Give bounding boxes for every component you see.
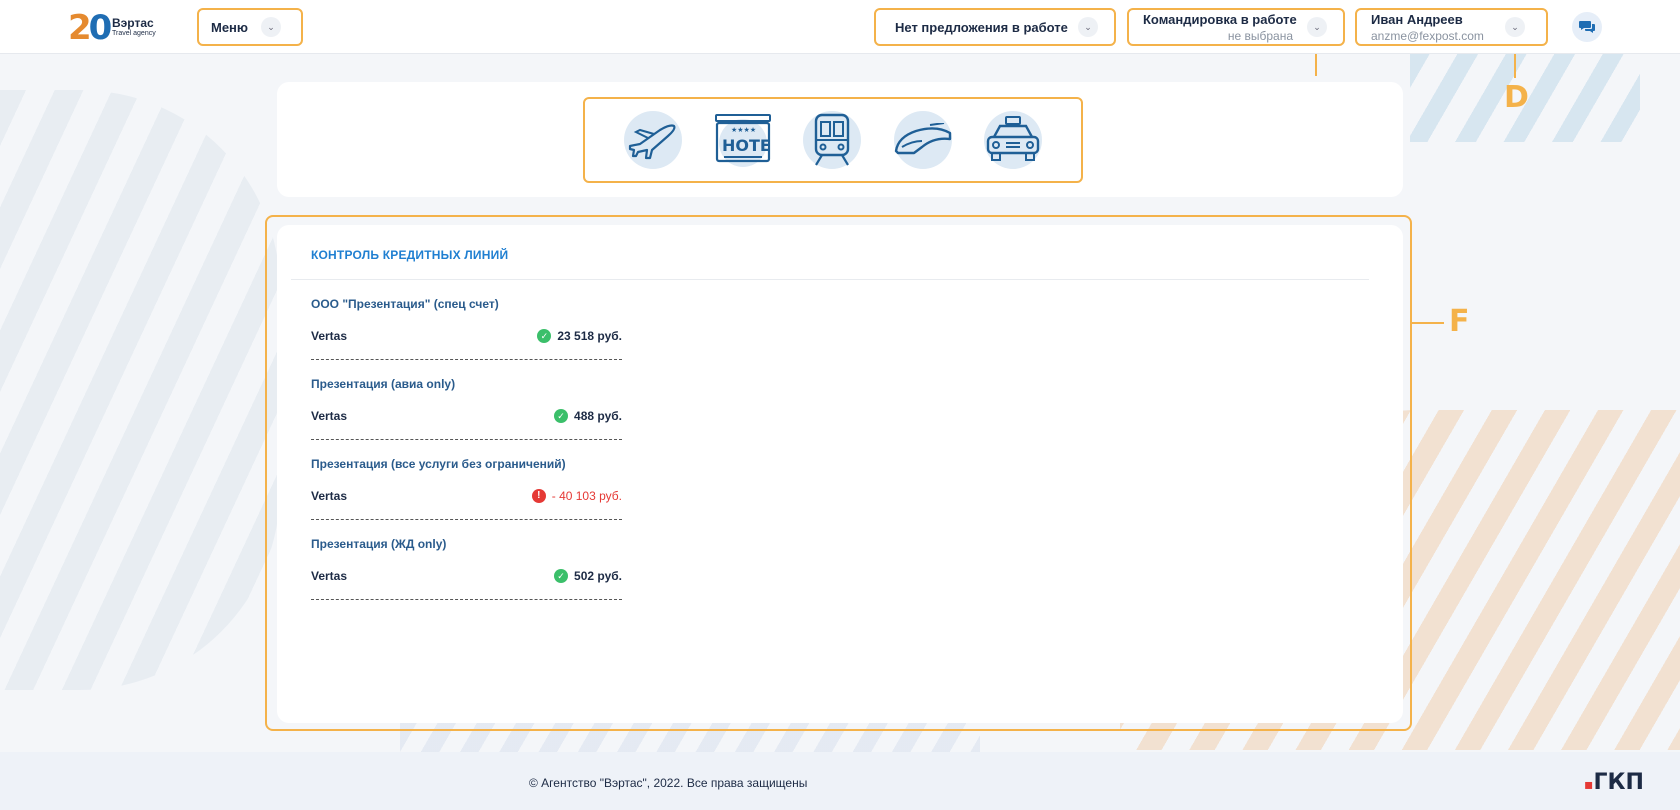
partner-logo[interactable]: ▪ГКП: [1584, 770, 1644, 795]
chevron-down-icon: ⌄: [261, 17, 281, 37]
credit-group-name: ООО "Презентация" (спец счет): [311, 297, 499, 311]
highspeed-train-icon: [894, 123, 952, 155]
footer: [0, 752, 1680, 810]
taxi-icon: [986, 116, 1040, 161]
hotel-icon: ★★★★ HOTEL: [715, 114, 772, 167]
service-hotel[interactable]: ★★★★ HOTEL: [714, 111, 772, 169]
service-highspeed[interactable]: [894, 111, 952, 169]
offer-dropdown[interactable]: Нет предложения в работе ⌄: [874, 8, 1116, 46]
check-icon: ✓: [554, 569, 569, 583]
logo-number: 20: [68, 8, 112, 48]
user-email: anzme@fexpost.com: [1371, 29, 1484, 43]
annotation-line: [1412, 322, 1444, 324]
footer-copyright: © Агентство "Вэртас", 2022. Все права за…: [529, 776, 808, 790]
partner-brand: ГКП: [1593, 770, 1644, 795]
chevron-down-icon: ⌄: [1307, 17, 1327, 37]
user-dropdown[interactable]: Иван Андреев anzme@fexpost.com ⌄: [1355, 8, 1548, 46]
row-separator: [311, 519, 622, 520]
service-taxi[interactable]: [984, 111, 1042, 169]
menu-dropdown[interactable]: Меню ⌄: [197, 8, 303, 46]
credit-row-amount: ! - 40 103 руб.: [531, 489, 622, 503]
annotation-f: F: [1449, 304, 1470, 339]
chevron-down-icon: ⌄: [1078, 17, 1098, 37]
trip-label: Командировка в работе: [1143, 12, 1297, 27]
row-separator: [311, 599, 622, 600]
amount-value: 502 руб.: [574, 569, 622, 583]
annotation-d: D: [1504, 80, 1529, 115]
credit-row-label: Vertas: [311, 569, 348, 583]
amount-value: 23 518 руб.: [557, 329, 622, 343]
logo-mark-icon: ▪: [1584, 777, 1594, 793]
check-icon: ✓: [554, 409, 569, 423]
credit-row-label: Vertas: [311, 489, 348, 503]
check-icon: ✓: [537, 329, 552, 343]
amount-value: 488 руб.: [574, 409, 622, 423]
credit-group-name: Презентация (все услуги без ограничений): [311, 457, 566, 471]
amount-value: - 40 103 руб.: [551, 489, 622, 503]
credit-group-name: Презентация (ЖД only): [311, 537, 447, 551]
offer-label: Нет предложения в работе: [895, 20, 1068, 35]
chat-icon: [1579, 21, 1595, 33]
menu-label: Меню: [211, 20, 249, 35]
logo-name: Вэртас: [112, 16, 154, 30]
credit-row-label: Vertas: [311, 329, 348, 343]
warning-icon: !: [531, 489, 546, 503]
company-logo[interactable]: 20 Вэртас Travel agency: [68, 8, 158, 48]
trip-dropdown[interactable]: Командировка в работе не выбрана ⌄: [1127, 8, 1345, 46]
airplane-icon: [628, 124, 676, 160]
top-header: 20 Вэртас Travel agency Меню ⌄ Нет предл…: [0, 0, 1680, 54]
train-icon: [814, 113, 850, 166]
credit-row-label: Vertas: [311, 409, 348, 423]
credit-title: КОНТРОЛЬ КРЕДИТНЫХ ЛИНИЙ: [311, 248, 509, 262]
chat-button[interactable]: [1572, 12, 1602, 42]
svg-text:★★★★: ★★★★: [731, 126, 756, 134]
credit-row-amount: ✓ 502 руб.: [554, 569, 622, 583]
service-train[interactable]: [803, 111, 861, 169]
user-name: Иван Андреев: [1371, 12, 1463, 27]
trip-value: не выбрана: [1227, 29, 1293, 43]
credit-group-name: Презентация (авиа only): [311, 377, 456, 391]
svg-text:HOTEL: HOTEL: [722, 136, 772, 155]
logo-subtitle: Travel agency: [112, 30, 156, 37]
chevron-down-icon: ⌄: [1505, 17, 1525, 37]
credit-row-amount: ✓ 23 518 руб.: [537, 329, 622, 343]
credit-row-amount: ✓ 488 руб.: [554, 409, 622, 423]
service-avia[interactable]: [624, 111, 682, 169]
background-decoration: [0, 90, 280, 690]
row-separator: [311, 359, 622, 360]
row-separator: [311, 439, 622, 440]
divider: [291, 279, 1369, 280]
